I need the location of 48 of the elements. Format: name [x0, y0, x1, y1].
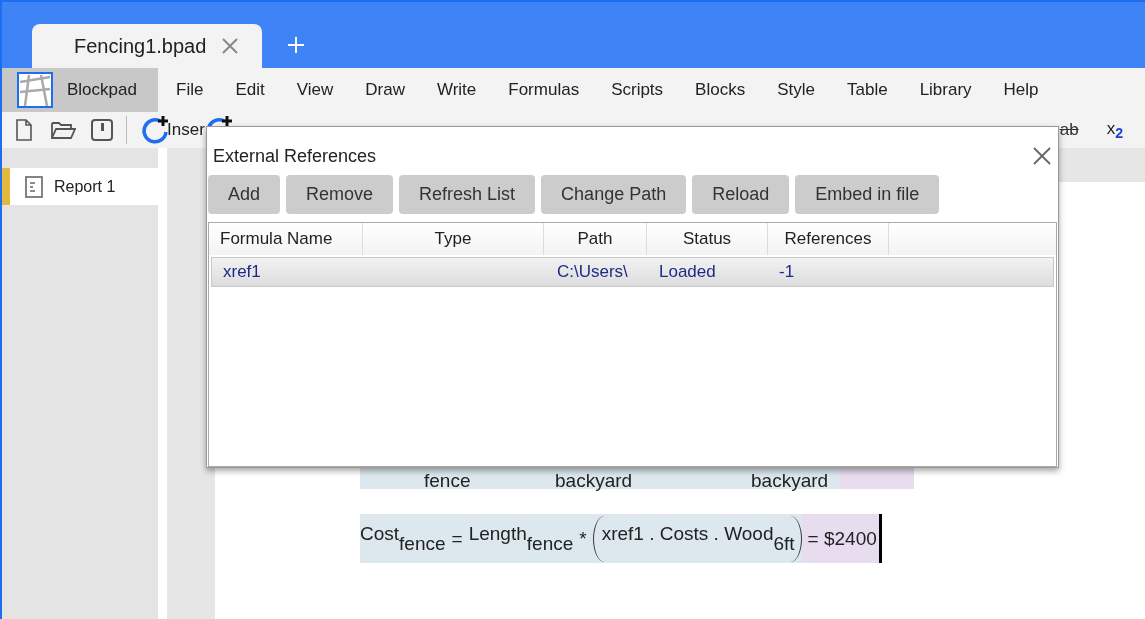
- add-tab-icon[interactable]: [286, 35, 306, 55]
- dialog-button[interactable]: Add: [208, 175, 281, 214]
- menu-item[interactable]: Help: [987, 80, 1055, 100]
- subscript-text: fence: [424, 472, 471, 489]
- column-header[interactable]: Type: [363, 223, 544, 255]
- menu-item[interactable]: Edit: [219, 80, 281, 100]
- subscript-button[interactable]: x$_{2}$: [1106, 118, 1123, 142]
- close-icon[interactable]: [1032, 146, 1052, 166]
- menu-item[interactable]: File: [158, 80, 220, 100]
- close-icon[interactable]: [220, 36, 241, 56]
- menu-item[interactable]: Library: [903, 80, 988, 100]
- strikethrough-button[interactable]: ab: [1059, 120, 1079, 140]
- result-text: = $2400: [801, 514, 879, 563]
- document-icon: [24, 174, 44, 199]
- dialog-title: External References: [213, 145, 377, 167]
- table-cell-text: xref1: [222, 262, 262, 282]
- dialog-button[interactable]: Change Path: [541, 175, 687, 214]
- table-cell-text: C:\Users\: [556, 262, 629, 282]
- menu-item[interactable]: Scripts: [595, 80, 680, 100]
- sidebar-item[interactable]: Report 1: [2, 168, 158, 205]
- table-cell-text: Loaded: [658, 262, 717, 282]
- insert-label[interactable]: Inser: [167, 120, 205, 140]
- table-row[interactable]: xref1 C:\Users\ Loaded -1: [211, 257, 1054, 287]
- column-header[interactable]: Status: [647, 223, 768, 255]
- menu-item[interactable]: Formulas: [492, 80, 596, 100]
- menu-item[interactable]: Style: [761, 80, 831, 100]
- column-header[interactable]: Path: [544, 223, 647, 255]
- operator-text: =: [451, 527, 463, 550]
- tab-title: Fencing1.bpad: [74, 34, 207, 58]
- logo-icon: [17, 72, 53, 108]
- menu-item[interactable]: Write: [420, 80, 493, 100]
- menu-item[interactable]: Draw: [349, 80, 421, 100]
- save-icon[interactable]: [90, 118, 114, 142]
- menu-item[interactable]: View: [280, 80, 350, 100]
- file-tab[interactable]: Fencing1.bpad: [32, 24, 262, 68]
- menu-item[interactable]: Blocks: [679, 80, 762, 100]
- dialog-button[interactable]: Reload: [692, 175, 790, 214]
- app-menu[interactable]: Blockpad: [2, 68, 158, 112]
- table-cell-text: -1: [778, 262, 796, 282]
- dialog-button[interactable]: Remove: [286, 175, 394, 214]
- dialog-button[interactable]: Refresh List: [399, 175, 536, 214]
- column-header[interactable]: Formula Name: [209, 223, 363, 255]
- menu-item[interactable]: Table: [831, 80, 904, 100]
- column-header[interactable]: References: [768, 223, 889, 255]
- subscript-text: backyard: [555, 472, 633, 489]
- operator-text: *: [579, 527, 587, 550]
- dialog-button[interactable]: Embed in file: [795, 175, 940, 214]
- subscript-text: backyard: [751, 472, 829, 489]
